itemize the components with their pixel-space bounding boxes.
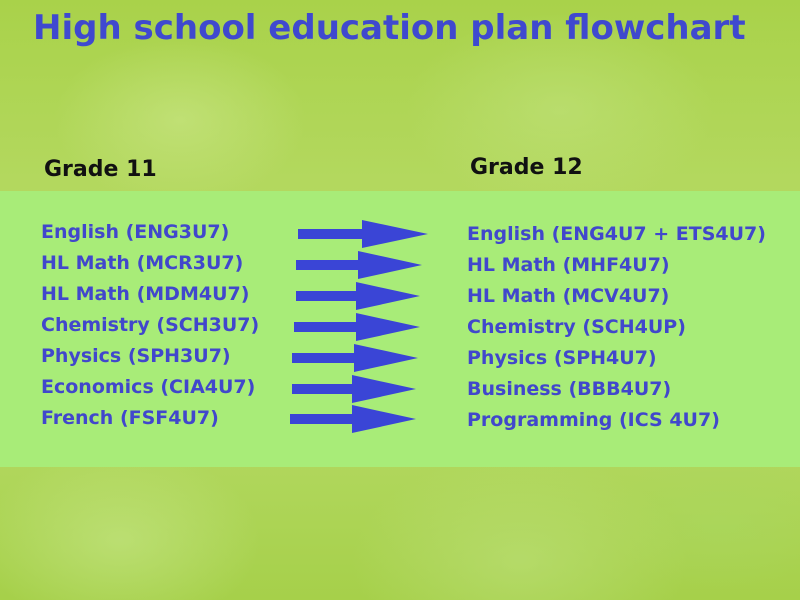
- grade-11-course-hl-math-mcr: HL Math (MCR3U7): [41, 252, 244, 274]
- grade-12-course-hl-math-mhf: HL Math (MHF4U7): [467, 254, 670, 276]
- right-arrow-icon: [296, 282, 420, 310]
- grade-12-course-chemistry: Chemistry (SCH4UP): [467, 316, 686, 338]
- page-title: High school education plan flowchart: [33, 8, 746, 48]
- grade-12-heading: Grade 12: [470, 155, 583, 180]
- grade-11-course-chemistry: Chemistry (SCH3U7): [41, 314, 260, 336]
- right-arrow-icon: [290, 405, 416, 433]
- right-arrow-icon: [292, 375, 416, 403]
- grade-12-course-physics: Physics (SPH4U7): [467, 347, 657, 369]
- right-arrow-icon: [294, 313, 420, 341]
- grade-11-heading: Grade 11: [44, 157, 157, 182]
- grade-12-course-business: Business (BBB4U7): [467, 378, 672, 400]
- grade-11-course-english: English (ENG3U7): [41, 221, 230, 243]
- grade-11-course-economics: Economics (CIA4U7): [41, 376, 256, 398]
- right-arrow-icon: [298, 220, 428, 248]
- right-arrow-icon: [292, 344, 418, 372]
- grade-11-course-french: French (FSF4U7): [41, 407, 219, 429]
- grade-11-course-physics: Physics (SPH3U7): [41, 345, 231, 367]
- grade-12-course-hl-math-mcv: HL Math (MCV4U7): [467, 285, 670, 307]
- right-arrow-icon: [296, 251, 422, 279]
- grade-12-course-english: English (ENG4U7 + ETS4U7): [467, 223, 766, 245]
- grade-11-course-hl-math-mdm: HL Math (MDM4U7): [41, 283, 250, 305]
- grade-12-course-programming: Programming (ICS 4U7): [467, 409, 720, 431]
